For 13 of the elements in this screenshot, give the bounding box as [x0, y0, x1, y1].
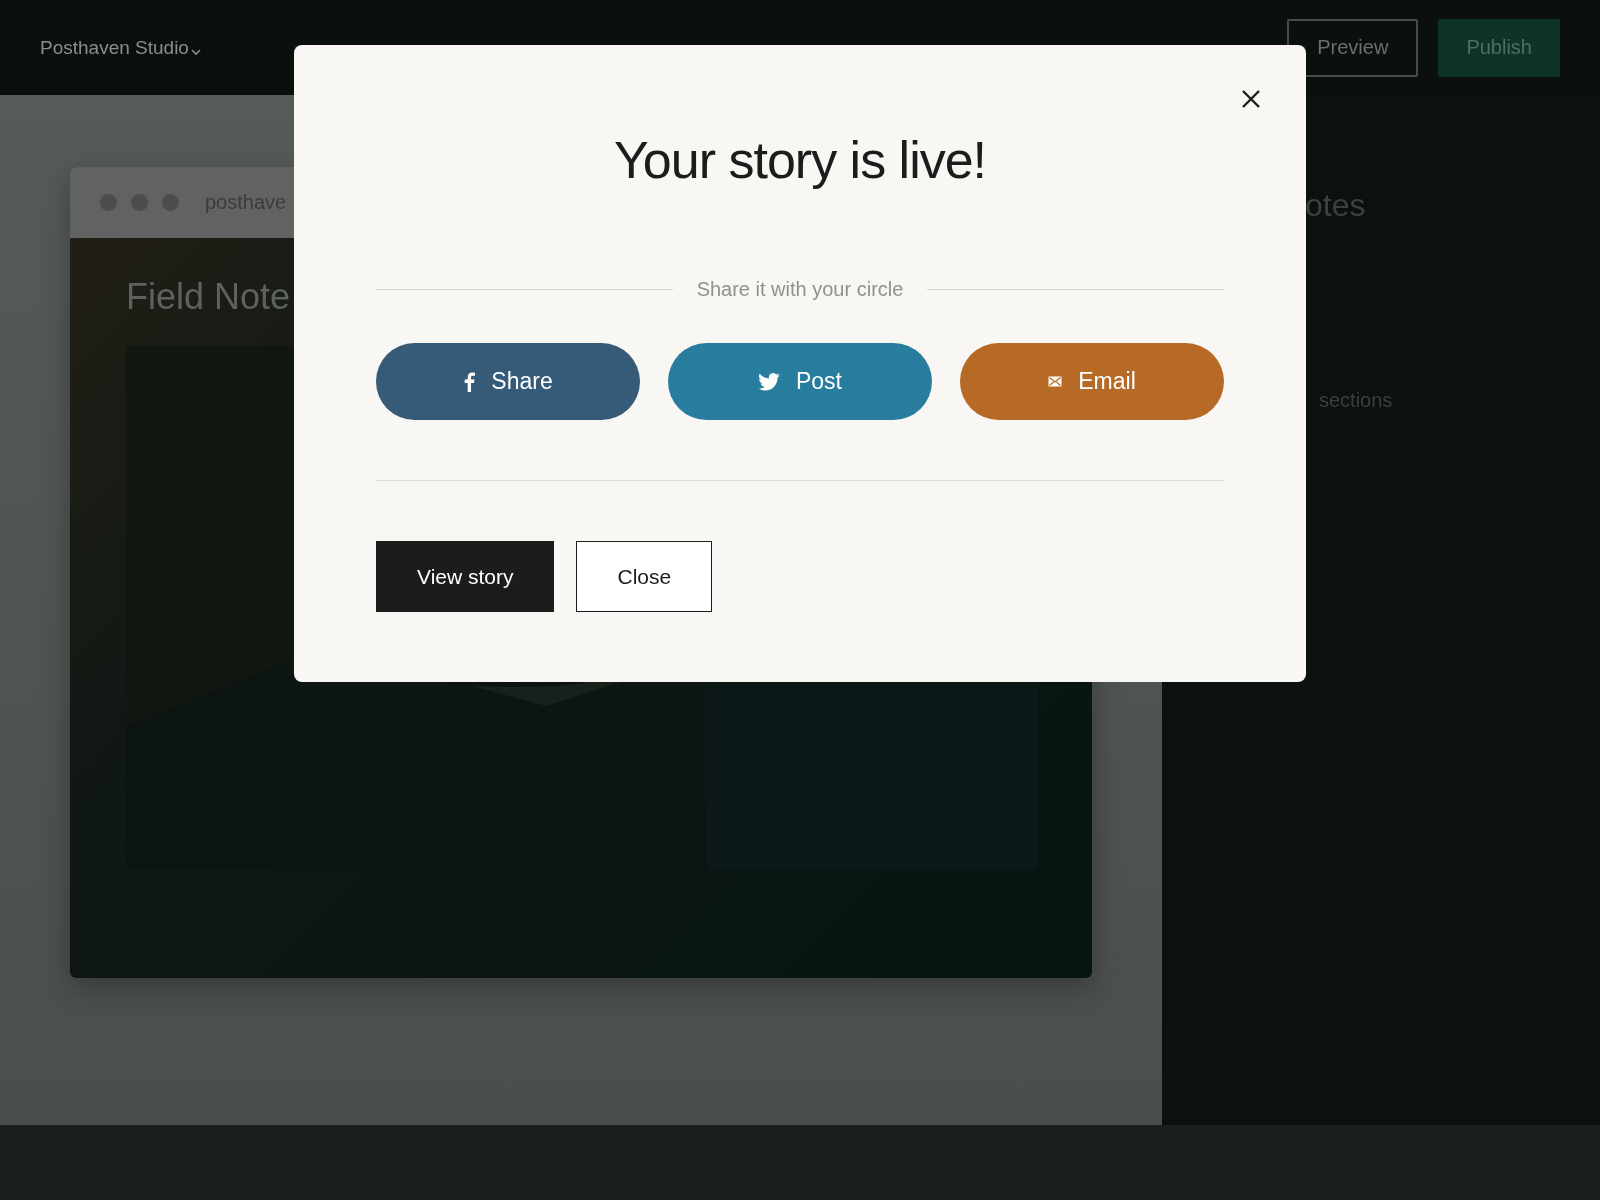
share-button[interactable]: Post [668, 343, 932, 421]
chevron-down-icon [190, 47, 201, 56]
bird-icon [758, 372, 780, 391]
share-button[interactable]: Share [376, 343, 640, 421]
share-label: Share it with your circle [696, 278, 904, 302]
view-story-button[interactable]: View story [376, 541, 555, 613]
close-button[interactable]: Close [576, 541, 713, 613]
preview-heading: Field Note [126, 276, 291, 318]
share-button[interactable]: Email [960, 343, 1224, 421]
facebook-icon [463, 371, 476, 392]
dialog-title: Your story is live! [613, 130, 987, 191]
envelope-icon [1048, 376, 1063, 388]
workspace-switcher[interactable]: Posthaven Studio [40, 36, 201, 59]
